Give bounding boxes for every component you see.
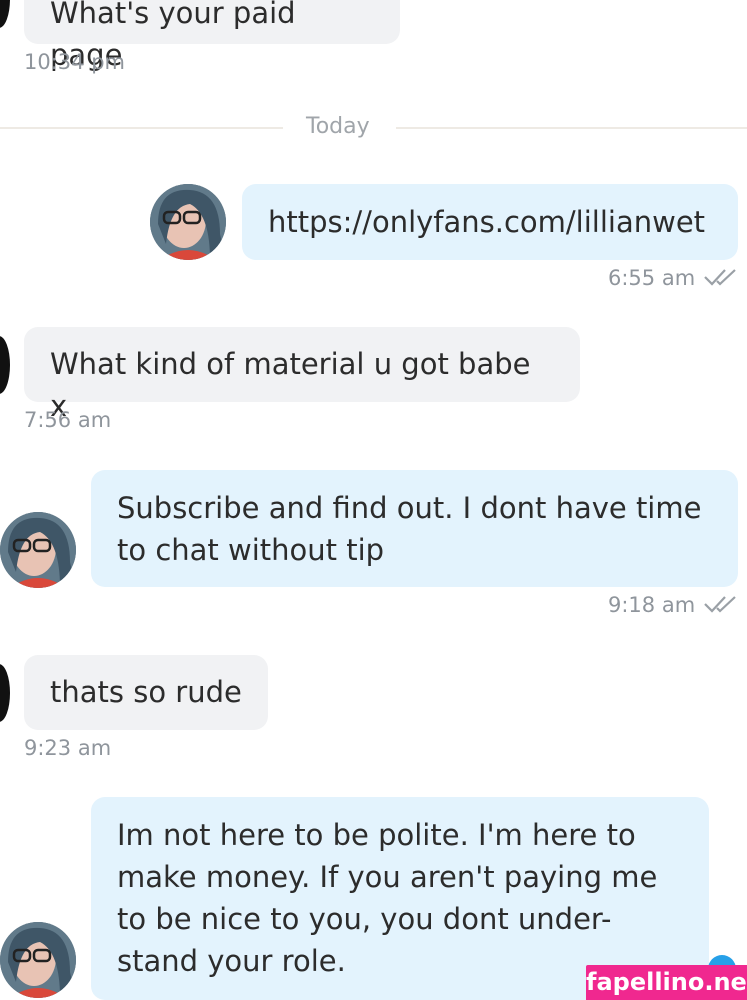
message-text-line: to chat without tip	[117, 533, 385, 567]
message-text-line: Im not here to be polite. I'm here to	[117, 818, 636, 852]
message-text-line: make money. If you aren't paying me	[117, 860, 658, 894]
message-timestamp: 6:55 am	[608, 266, 739, 292]
user-avatar[interactable]	[150, 184, 226, 260]
double-check-icon	[703, 267, 739, 292]
message-bubble-incoming[interactable]: thats so rude	[24, 655, 268, 730]
avatar-image	[0, 512, 76, 588]
message-time: 6:55 am	[608, 266, 696, 290]
message-timestamp: 7:56 am	[24, 408, 112, 432]
avatar-image	[0, 922, 76, 998]
user-avatar[interactable]	[0, 512, 76, 588]
message-bubble-outgoing[interactable]: Subscribe and find out. I dont have time…	[91, 470, 738, 587]
message-time: 9:18 am	[608, 593, 696, 617]
message-text: What kind of material u got babe x	[50, 347, 531, 423]
message-text-line: Subscribe and find out. I dont have time	[117, 491, 702, 525]
message-bubble-outgoing[interactable]: https://onlyfans.com/lillianwet	[242, 184, 738, 260]
message-timestamp: 10:34 pm	[24, 50, 125, 74]
message-text-line: to be nice to you, you dont under-	[117, 902, 612, 936]
message-link-text[interactable]: https://onlyfans.com/lillianwet	[268, 205, 705, 239]
avatar-image	[150, 184, 226, 260]
date-divider-label: Today	[306, 114, 370, 139]
message-bubble-incoming[interactable]: What's your paid page	[24, 0, 400, 72]
message-timestamp: 9:18 am	[608, 593, 739, 619]
double-check-icon	[703, 594, 739, 619]
date-divider-line	[396, 127, 747, 129]
watermark: fapellino.net	[586, 965, 747, 1000]
sender-avatar[interactable]	[0, 0, 10, 28]
date-divider-line	[0, 127, 283, 129]
sender-avatar[interactable]	[0, 664, 10, 722]
sender-avatar[interactable]	[0, 336, 10, 394]
message-timestamp: 9:23 am	[24, 736, 112, 760]
message-bubble-incoming[interactable]: What kind of material u got babe x	[24, 327, 580, 423]
user-avatar[interactable]	[0, 922, 76, 998]
message-text: thats so rude	[50, 675, 242, 709]
